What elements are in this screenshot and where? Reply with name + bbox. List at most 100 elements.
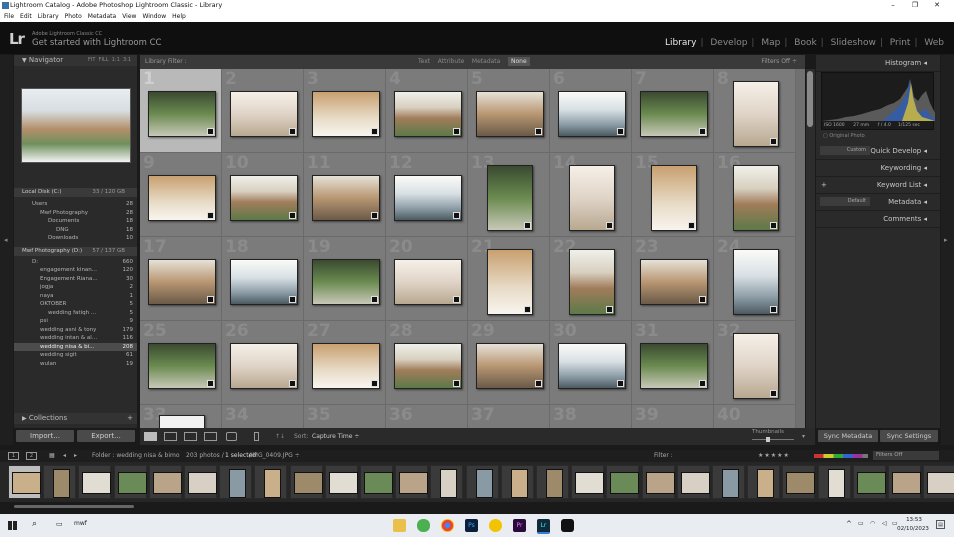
photo-thumbnail[interactable] [230,91,298,137]
taskbar-search-text[interactable]: mwf [74,520,87,527]
filter-presets[interactable]: Filters Off ÷ [761,55,797,69]
folder-item[interactable]: wedding sigit 61 [14,351,137,360]
photo-thumbnail[interactable] [312,175,380,221]
grid-view-small-icon[interactable]: ▦ [49,450,55,462]
people-view-icon[interactable] [226,432,237,441]
file-explorer-icon[interactable] [393,519,406,532]
folder-downloads[interactable]: Downloads 10 [14,234,137,243]
grid-cell[interactable]: 26 [222,321,304,405]
photo-thumbnail[interactable] [312,343,380,389]
grid-cell[interactable]: 11 [304,153,386,237]
menu-library[interactable]: Library [38,11,59,22]
filmstrip-cell[interactable] [712,465,745,499]
keyword-list-header[interactable]: + Keyword List ◂ [816,177,940,194]
photo-thumbnail[interactable] [394,259,462,305]
grid-cell[interactable]: 3 [304,69,386,153]
photo-thumbnail[interactable] [487,249,533,315]
folder-item[interactable]: wedding asni & tony 179 [14,326,137,335]
photo-thumbnail[interactable] [312,259,380,305]
filmstrip-thumbnail[interactable] [399,472,429,494]
folder-d-root[interactable]: D: 660 [14,258,137,267]
folder-item[interactable]: jogja 2 [14,283,137,292]
filmstrip-thumbnail[interactable] [510,469,528,498]
photo-thumbnail[interactable] [230,259,298,305]
grid-cell[interactable]: 30 [550,321,632,405]
search-icon[interactable]: ⌕ [32,519,37,529]
camera-app-icon[interactable] [489,519,502,532]
filter-text[interactable]: Text [418,58,430,65]
grid-cell[interactable]: 36 [386,405,468,428]
grid-cell[interactable]: 38 [550,405,632,428]
maximize-icon[interactable]: ❐ [904,0,926,11]
filmstrip-thumbnail[interactable] [12,472,41,494]
filmstrip[interactable] [0,462,954,502]
folder-item[interactable]: OKTOBER 5 [14,300,137,309]
filmstrip-thumbnail[interactable] [229,469,247,498]
photo-thumbnail[interactable] [569,165,615,231]
nav-fill[interactable]: FILL [99,57,109,63]
menu-metadata[interactable]: Metadata [88,11,116,22]
filmstrip-thumbnail[interactable] [364,472,393,494]
photo-thumbnail[interactable] [558,91,626,137]
chrome-icon[interactable] [441,519,454,532]
photo-thumbnail[interactable] [312,91,380,137]
photo-thumbnail[interactable] [394,343,462,389]
navigator-preview[interactable] [21,88,131,163]
filter-attribute[interactable]: Attribute [438,58,465,65]
filmstrip-cell[interactable] [465,465,499,499]
grid-cell[interactable]: 17 [140,237,222,321]
tray-chevron-icon[interactable]: ^ [846,520,852,528]
filmstrip-cell[interactable] [78,465,112,499]
grid-cell[interactable]: 16 [714,153,796,237]
taskbar-date[interactable]: 02/10/2023 [896,526,930,532]
menu-help[interactable]: Help [172,11,186,22]
sort-direction-icon[interactable]: ↑↓ [275,428,285,445]
keywording-header[interactable]: Keywording ◂ [816,160,940,177]
photo-thumbnail[interactable] [640,91,708,137]
folder-item[interactable]: naya 1 [14,292,137,301]
grid-cell[interactable]: 14 [550,153,632,237]
nav-fit[interactable]: FIT [88,57,95,63]
volume-c[interactable]: Local Disk (C:) 33 / 120 GB [14,188,137,197]
grid-cell[interactable]: 5 [468,69,550,153]
filmstrip-cell[interactable] [817,465,851,499]
photo-thumbnail[interactable] [394,175,462,221]
grid-cell[interactable]: 39 [632,405,714,428]
filmstrip-cell[interactable] [395,465,429,499]
photo-thumbnail[interactable] [159,415,205,428]
filmstrip-thumbnail[interactable] [475,469,493,498]
grid-view-icon[interactable] [144,432,157,441]
filmstrip-thumbnail[interactable] [927,472,954,494]
capcut-icon[interactable] [561,519,574,532]
selected-file[interactable]: /IMG_0409.JPG ÷ [249,450,300,462]
photo-thumbnail[interactable] [148,175,216,221]
photo-thumbnail[interactable] [476,91,544,137]
painter-icon[interactable] [254,432,259,441]
sync-metadata-button[interactable]: Sync Metadata [818,430,878,442]
quick-develop-header[interactable]: Custom Quick Develop ◂ [816,143,940,160]
grid-cell[interactable]: 23 [632,237,714,321]
filmstrip-cell[interactable] [289,465,323,499]
photo-thumbnail[interactable] [569,249,615,315]
filmstrip-cell[interactable] [184,465,217,499]
quick-develop-preset[interactable]: Custom [820,146,870,155]
grid-cell[interactable]: 28 [386,321,468,405]
filmstrip-cell[interactable] [360,465,393,499]
photo-thumbnail[interactable] [394,91,462,137]
survey-view-icon[interactable] [204,432,217,441]
filmstrip-cell[interactable] [676,465,710,499]
filmstrip-cell[interactable] [254,465,288,499]
photo-thumbnail[interactable] [651,165,697,231]
folder-item[interactable]: Engagement Riana... 30 [14,275,137,284]
add-collection-icon[interactable]: + [127,413,133,424]
photo-thumbnail[interactable] [640,259,708,305]
photo-thumbnail[interactable] [476,343,544,389]
navigator-header[interactable]: ▼ Navigator FIT FILL 1:1 3:1 [14,55,137,66]
filmstrip-thumbnail[interactable] [827,469,845,498]
network-icon[interactable]: ▭ [858,520,864,527]
export-button[interactable]: Export... [77,430,135,442]
grid-cell[interactable]: 35 [304,405,386,428]
menu-photo[interactable]: Photo [65,11,82,22]
folder-dng[interactable]: DNG 18 [14,226,137,235]
photo-thumbnail[interactable] [733,249,779,315]
